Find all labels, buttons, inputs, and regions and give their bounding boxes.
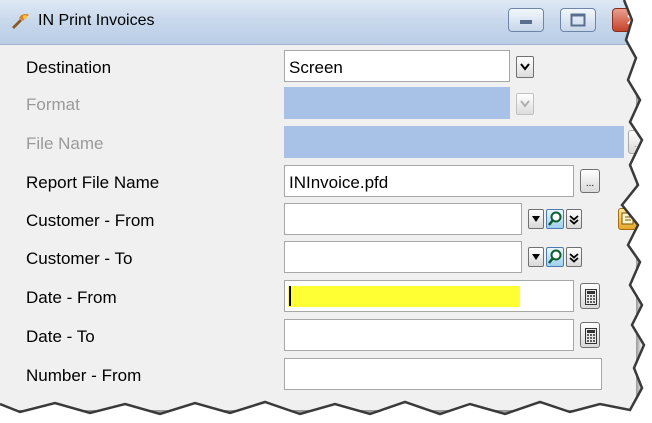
torn-edge-decoration [0,0,652,423]
